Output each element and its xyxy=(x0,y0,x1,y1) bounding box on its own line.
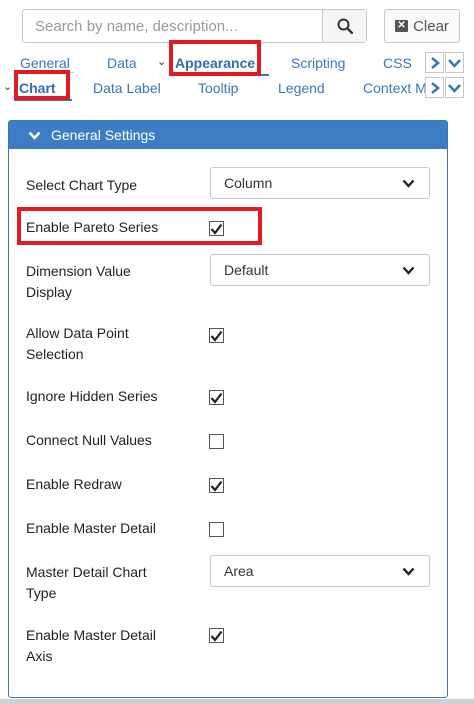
master-detail-checkbox[interactable] xyxy=(209,522,224,537)
dimension-display-value: Default xyxy=(224,262,269,278)
ignore-hidden-label: Ignore Hidden Series xyxy=(26,388,158,404)
master-detail-axis-label-line2: Axis xyxy=(26,648,53,664)
chevron-down-icon xyxy=(28,131,41,140)
chevron-down-icon xyxy=(402,567,415,576)
pareto-label: Enable Pareto Series xyxy=(26,219,159,235)
search-icon xyxy=(337,18,353,34)
chart-type-value: Column xyxy=(224,175,273,191)
clear-button-label: Clear xyxy=(413,17,449,35)
chevron-down-icon xyxy=(402,266,415,275)
redraw-label: Enable Redraw xyxy=(26,476,122,492)
bottom-divider xyxy=(0,699,474,704)
search-button[interactable] xyxy=(322,10,366,42)
panel-title: General Settings xyxy=(51,127,156,143)
checkmark-icon xyxy=(210,392,223,404)
highlight-appearance-tab xyxy=(169,40,261,76)
chart-type-label: Select Chart Type xyxy=(26,177,138,193)
chart-type-select[interactable]: Column xyxy=(210,167,430,199)
allow-selection-checkbox[interactable] xyxy=(209,328,224,343)
tabs-dropdown-button[interactable] xyxy=(445,52,464,73)
panel-header[interactable]: General Settings xyxy=(9,121,447,149)
tabs-scroll-right-button[interactable] xyxy=(425,52,444,73)
highlight-chart-subtab xyxy=(14,70,70,100)
master-detail-axis-checkbox[interactable] xyxy=(209,628,224,643)
dimension-display-select[interactable]: Default xyxy=(210,254,430,286)
clear-button[interactable]: ✕ Clear xyxy=(384,9,460,43)
pareto-checkbox[interactable] xyxy=(209,221,224,236)
master-detail-label: Enable Master Detail xyxy=(26,520,156,536)
subtab-context-menu[interactable]: Context M xyxy=(363,80,425,96)
tab-scripting[interactable]: Scripting xyxy=(291,55,345,71)
master-detail-type-label-line2: Type xyxy=(26,585,57,601)
dimension-display-label-line2: Display xyxy=(26,284,72,300)
allow-selection-label-line1: Allow Data Point xyxy=(26,325,129,341)
subtab-tooltip[interactable]: Tooltip xyxy=(198,80,238,96)
master-detail-type-value: Area xyxy=(224,563,254,579)
clear-icon: ✕ xyxy=(395,20,409,32)
tab-css[interactable]: CSS xyxy=(383,55,412,71)
chevron-down-icon xyxy=(402,179,415,188)
chevron-down-icon: ⌄ xyxy=(157,56,167,68)
subtabs-scroll-right-button[interactable] xyxy=(425,77,444,98)
ignore-hidden-checkbox[interactable] xyxy=(209,390,224,405)
master-detail-axis-label-line1: Enable Master Detail xyxy=(26,627,156,643)
master-detail-type-select[interactable]: Area xyxy=(210,555,430,587)
chevron-right-icon xyxy=(430,56,440,69)
tab-general[interactable]: General xyxy=(20,55,70,71)
search-input[interactable] xyxy=(23,10,322,42)
checkmark-icon xyxy=(210,330,223,342)
subtab-data-label[interactable]: Data Label xyxy=(93,80,161,96)
checkmark-icon xyxy=(210,630,223,642)
tab-data[interactable]: Data xyxy=(107,55,137,71)
checkmark-icon xyxy=(210,223,223,235)
subtabs-dropdown-button[interactable] xyxy=(445,77,464,98)
chevron-down-icon: ⌄ xyxy=(3,81,13,93)
checkmark-icon xyxy=(210,480,223,492)
redraw-checkbox[interactable] xyxy=(209,478,224,493)
search-box xyxy=(22,9,367,43)
master-detail-type-label-line1: Master Detail Chart xyxy=(26,564,147,580)
chevron-down-icon xyxy=(448,83,461,93)
subtab-legend[interactable]: Legend xyxy=(278,80,325,96)
connect-nulls-checkbox[interactable] xyxy=(209,434,224,449)
chevron-down-icon xyxy=(448,58,461,68)
allow-selection-label-line2: Selection xyxy=(26,346,84,362)
subtabs-nav xyxy=(425,77,464,98)
chevron-right-icon xyxy=(430,81,440,94)
dimension-display-label-line1: Dimension Value xyxy=(26,263,131,279)
tabs-nav xyxy=(425,52,464,73)
connect-nulls-label: Connect Null Values xyxy=(26,432,152,448)
